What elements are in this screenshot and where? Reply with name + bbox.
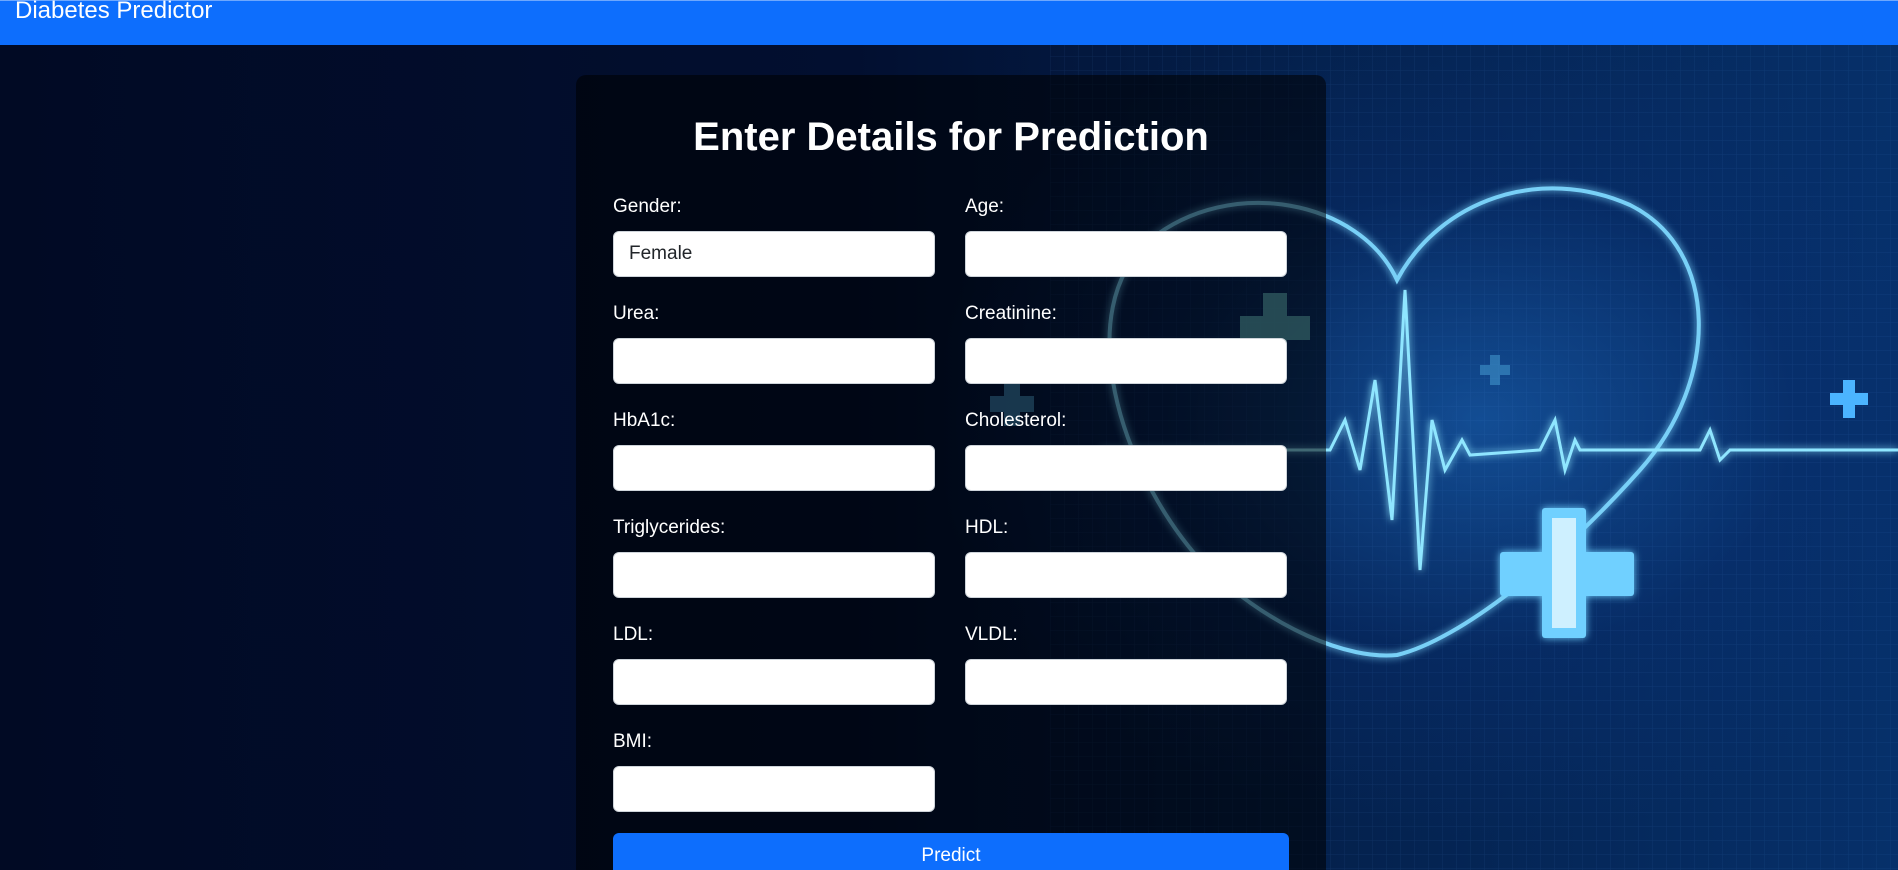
hdl-label: HDL: (965, 517, 1009, 538)
predict-button[interactable]: Predict (613, 833, 1289, 870)
prediction-form-card: Enter Details for Prediction Gender: Fem… (576, 75, 1326, 870)
form-title: Enter Details for Prediction (693, 115, 1209, 159)
bmi-label: BMI: (613, 731, 653, 752)
triglycerides-label: Triglycerides: (613, 517, 726, 538)
navbar-brand[interactable]: Diabetes Predictor (15, 0, 212, 25)
gender-select[interactable]: Female (613, 231, 935, 277)
triglycerides-input[interactable] (613, 552, 935, 598)
urea-label: Urea: (613, 303, 660, 324)
ldl-input[interactable] (613, 659, 935, 705)
age-input[interactable] (965, 231, 1287, 277)
urea-input[interactable] (613, 338, 935, 384)
navbar: Diabetes Predictor (0, 0, 1898, 45)
cholesterol-label: Cholesterol: (965, 410, 1067, 431)
age-label: Age: (965, 196, 1005, 217)
vldl-input[interactable] (965, 659, 1287, 705)
cholesterol-input[interactable] (965, 445, 1287, 491)
hba1c-input[interactable] (613, 445, 935, 491)
ldl-label: LDL: (613, 624, 654, 645)
gender-label: Gender: (613, 196, 682, 217)
hdl-input[interactable] (965, 552, 1287, 598)
creatinine-input[interactable] (965, 338, 1287, 384)
hba1c-label: HbA1c: (613, 410, 676, 431)
vldl-label: VLDL: (965, 624, 1018, 645)
creatinine-label: Creatinine: (965, 303, 1057, 324)
bmi-input[interactable] (613, 766, 935, 812)
